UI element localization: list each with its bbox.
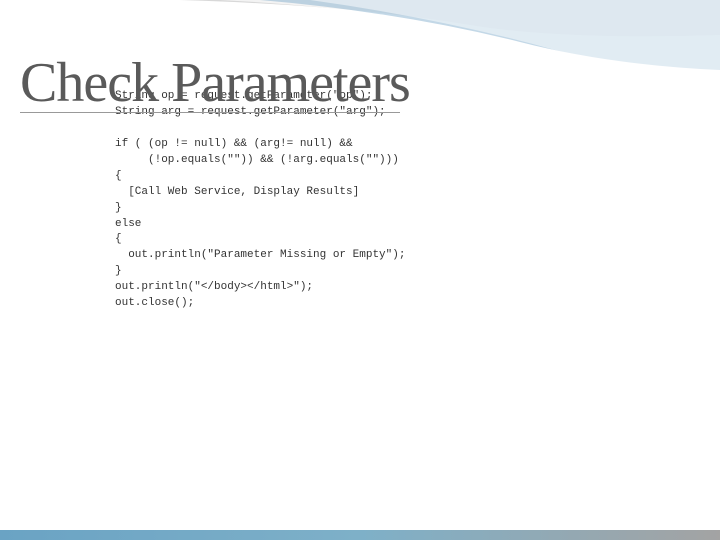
decorative-bottom-bar xyxy=(0,530,720,540)
code-line: { xyxy=(115,233,122,245)
code-line: } xyxy=(115,265,122,277)
code-line: [Call Web Service, Display Results] xyxy=(115,186,359,198)
code-snippet: String op = request.getParameter("op"); … xyxy=(115,89,405,312)
slide-content: Check Parameters String op = request.get… xyxy=(20,55,700,111)
code-line: (!op.equals("")) && (!arg.equals(""))) xyxy=(115,154,399,166)
code-line: out.println("Parameter Missing or Empty"… xyxy=(115,249,405,261)
code-line: out.close(); xyxy=(115,297,194,309)
code-line: } xyxy=(115,202,122,214)
code-line: else xyxy=(115,218,141,230)
code-line: out.println("</body></html>"); xyxy=(115,281,313,293)
code-line: if ( (op != null) && (arg!= null) && xyxy=(115,138,353,150)
slide-title: Check Parameters xyxy=(20,55,700,111)
code-line: { xyxy=(115,170,122,182)
